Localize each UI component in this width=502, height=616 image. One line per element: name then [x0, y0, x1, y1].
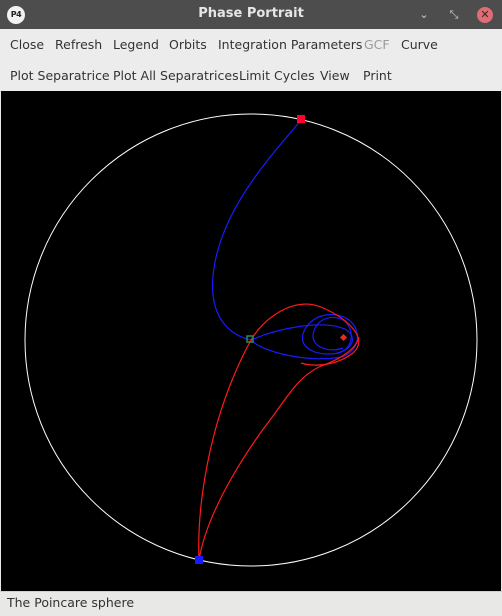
menu-orbits[interactable]: Orbits — [169, 37, 207, 52]
title-bar[interactable]: P4 Phase Portrait ⌄ ⤡ ✕ — [0, 0, 502, 30]
maximize-icon[interactable]: ⤡ — [446, 7, 462, 23]
menu-refresh[interactable]: Refresh — [55, 37, 102, 52]
phase-portrait-window: P4 Phase Portrait ⌄ ⤡ ✕ Close Refresh Le… — [0, 0, 502, 616]
menu-bar-secondary: Plot Separatrice Plot All Separatrices L… — [0, 60, 502, 92]
phase-portrait-canvas[interactable] — [1, 91, 501, 591]
menu-curve[interactable]: Curve — [401, 37, 438, 52]
menu-limit-cycles[interactable]: Limit Cycles — [239, 68, 315, 83]
menu-integration-parameters[interactable]: Integration Parameters — [218, 37, 362, 52]
infinite-stable-node-marker — [195, 556, 203, 564]
menu-view[interactable]: View — [320, 68, 350, 83]
menu-bar-primary: Close Refresh Legend Orbits Integration … — [0, 29, 502, 60]
status-bar: The Poincare sphere — [0, 591, 502, 616]
menu-close[interactable]: Close — [10, 37, 44, 52]
menu-plot-all-separatrices[interactable]: Plot All Separatrices — [113, 68, 239, 83]
phase-portrait-plot[interactable] — [1, 91, 501, 591]
menu-print[interactable]: Print — [363, 68, 392, 83]
infinite-unstable-node-marker — [297, 115, 305, 123]
menu-gcf: GCF — [364, 37, 390, 52]
close-window-icon[interactable]: ✕ — [477, 7, 493, 23]
menu-legend[interactable]: Legend — [113, 37, 159, 52]
status-text: The Poincare sphere — [7, 595, 135, 610]
minimize-icon[interactable]: ⌄ — [416, 7, 432, 23]
menu-plot-separatrice[interactable]: Plot Separatrice — [10, 68, 110, 83]
